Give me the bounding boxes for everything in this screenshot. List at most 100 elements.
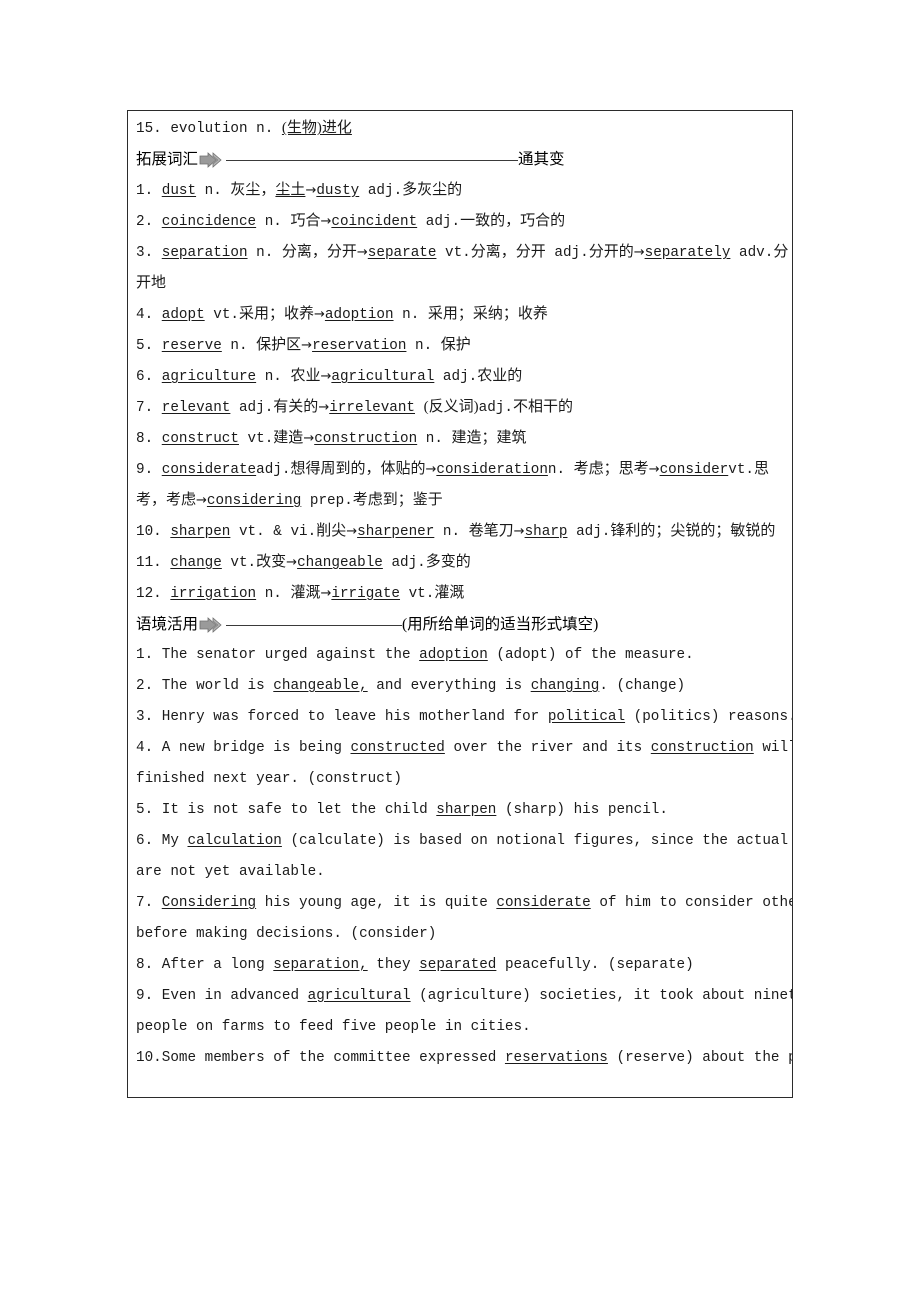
answer-text: construction xyxy=(650,740,754,756)
segment-text: vt. xyxy=(204,307,239,323)
segment-text: 卷笔刀 xyxy=(468,523,514,539)
segment-text: (politics) reasons. xyxy=(625,709,793,725)
extended-vocabulary-item: 4. adopt vt.采用；收养→adoption n. 采用；采纳；收养 xyxy=(136,299,792,330)
segment-text: 建造 xyxy=(273,430,304,446)
segment-text: adj. xyxy=(567,524,611,540)
answer-text: irrigate xyxy=(331,586,401,602)
answer-text: changing xyxy=(530,678,600,694)
segment-text: . (change) xyxy=(599,678,686,694)
item-number: 7. xyxy=(136,895,162,911)
entry-spacer xyxy=(248,121,257,137)
item-number: 8. xyxy=(136,431,162,447)
answer-text: 尘土 xyxy=(275,182,306,198)
answer-text: change xyxy=(170,555,222,571)
segment-text: finished next year. (construct) xyxy=(136,771,402,787)
item-number: 9. xyxy=(136,462,162,478)
contextual-usage-item: 9. Even in advanced agricultural (agricu… xyxy=(136,981,792,1012)
answer-text: changeable xyxy=(297,555,383,571)
segment-text: (sharp) his pencil. xyxy=(496,802,668,818)
entry-headword: evolution xyxy=(170,121,248,137)
answer-text: construction xyxy=(314,431,418,447)
segment-text: they xyxy=(367,957,420,973)
item-number: 5. xyxy=(136,338,162,354)
segment-text: are not yet available. xyxy=(136,864,325,880)
answer-text: considerate xyxy=(496,895,591,911)
answer-text: reserve xyxy=(161,338,222,354)
item-number: 9. xyxy=(136,988,162,1004)
answer-text: dusty xyxy=(316,183,360,199)
segment-text: 改变 xyxy=(256,554,287,570)
entry-pos: n. xyxy=(256,121,274,137)
answer-text: separately xyxy=(644,245,731,261)
item-number: 7. xyxy=(136,400,162,416)
segment-text: of him to consider other pe xyxy=(599,895,792,911)
answer-text: adopt xyxy=(161,307,205,323)
segment-text: vt. xyxy=(238,431,274,447)
segment-text: 灌溉 xyxy=(290,585,321,601)
segment-text: → xyxy=(286,555,298,570)
segment-text: vt. xyxy=(728,462,754,478)
answer-text: considerate xyxy=(161,462,257,478)
segment-text: 采用；收养 xyxy=(238,306,314,322)
segment-text: n. xyxy=(221,338,257,354)
segment-text: 锋利的；尖锐的；敏锐的 xyxy=(610,523,776,539)
answer-text: consider xyxy=(659,462,729,478)
answer-text: irrelevant xyxy=(329,400,416,416)
segment-text: n. xyxy=(417,431,452,447)
item-number: 10. xyxy=(136,524,171,540)
section-header-contextual-usage: 语境活用 (用所给单词的适当形式填空) xyxy=(136,609,792,640)
item-number: 5. xyxy=(136,802,162,818)
segment-text: people on farms to feed five people in c… xyxy=(136,1019,531,1035)
segment-text: 灰尘， xyxy=(230,182,276,198)
answer-text: agricultural xyxy=(307,988,411,1004)
item-number: 3. xyxy=(136,709,162,725)
segment-text: → xyxy=(633,245,645,260)
extended-vocabulary-item: 6. agriculture n. 农业→agricultural adj.农业… xyxy=(136,361,792,392)
section-tail-text: (用所给单词的适当形式填空) xyxy=(402,616,599,633)
answer-text: separated xyxy=(419,957,497,973)
entry-line-15: 15. evolution n. (生物)进化 xyxy=(136,113,792,144)
segment-text: → xyxy=(320,369,332,384)
item-number: 1. xyxy=(136,183,162,199)
segment-text: 保护区 xyxy=(256,337,302,353)
answer-text: sharpen xyxy=(170,524,231,540)
segment-text: → xyxy=(320,214,332,229)
segment-text: adj. xyxy=(478,400,513,416)
content-body: 15. evolution n. (生物)进化 拓展词汇 通其变 1. dust… xyxy=(136,113,793,1074)
segment-text: 农业 xyxy=(290,368,321,384)
item-number: 2. xyxy=(136,214,162,230)
segment-text: 削尖 xyxy=(316,523,347,539)
item-number: 6. xyxy=(136,833,162,849)
extended-vocabulary-item: 7. relevant adj.有关的→irrelevant (反义词)adj.… xyxy=(136,392,792,423)
segment-text: 想得周到的，体贴的 xyxy=(290,461,426,477)
segment-text: After a long xyxy=(161,957,274,973)
answer-text: coincident xyxy=(331,214,418,230)
answer-text: separation, xyxy=(273,957,368,973)
answer-text: considering xyxy=(206,493,302,509)
contextual-usage-continuation-line: people on farms to feed five people in c… xyxy=(136,1012,792,1043)
segment-text: n. xyxy=(406,338,441,354)
segment-text: 一致的，巧合的 xyxy=(460,213,566,229)
segment-text: and everything is xyxy=(367,678,531,694)
header-rule xyxy=(226,160,519,161)
right-arrow-icon xyxy=(199,151,225,168)
segment-text: 开地 xyxy=(136,275,167,291)
segment-text: adj. xyxy=(434,369,478,385)
answer-text: adoption xyxy=(324,307,394,323)
segment-text: n. xyxy=(196,183,231,199)
contextual-usage-list: 1. The senator urged against the adoptio… xyxy=(136,640,793,1074)
extended-vocabulary-item: 5. reserve n. 保护区→reservation n. 保护 xyxy=(136,330,792,361)
segment-text: The senator urged against the xyxy=(161,647,420,663)
item-number: 6. xyxy=(136,369,162,385)
extended-vocabulary-item: 1. dust n. 灰尘，尘土→dusty adj.多灰尘的 xyxy=(136,175,792,206)
segment-text: 多变的 xyxy=(425,554,471,570)
document-page: 15. evolution n. (生物)进化 拓展词汇 通其变 1. dust… xyxy=(0,0,920,1302)
answer-text: political xyxy=(547,709,626,725)
contextual-usage-continuation-line: are not yet available. xyxy=(136,857,792,888)
entry-number: 15. xyxy=(136,121,162,137)
section-tail-text: 通其变 xyxy=(518,151,565,168)
item-number: 10. xyxy=(136,1050,162,1066)
segment-text: adj. xyxy=(230,400,274,416)
header-rule xyxy=(226,625,403,626)
content-border-box: 15. evolution n. (生物)进化 拓展词汇 通其变 1. dust… xyxy=(127,110,793,1098)
